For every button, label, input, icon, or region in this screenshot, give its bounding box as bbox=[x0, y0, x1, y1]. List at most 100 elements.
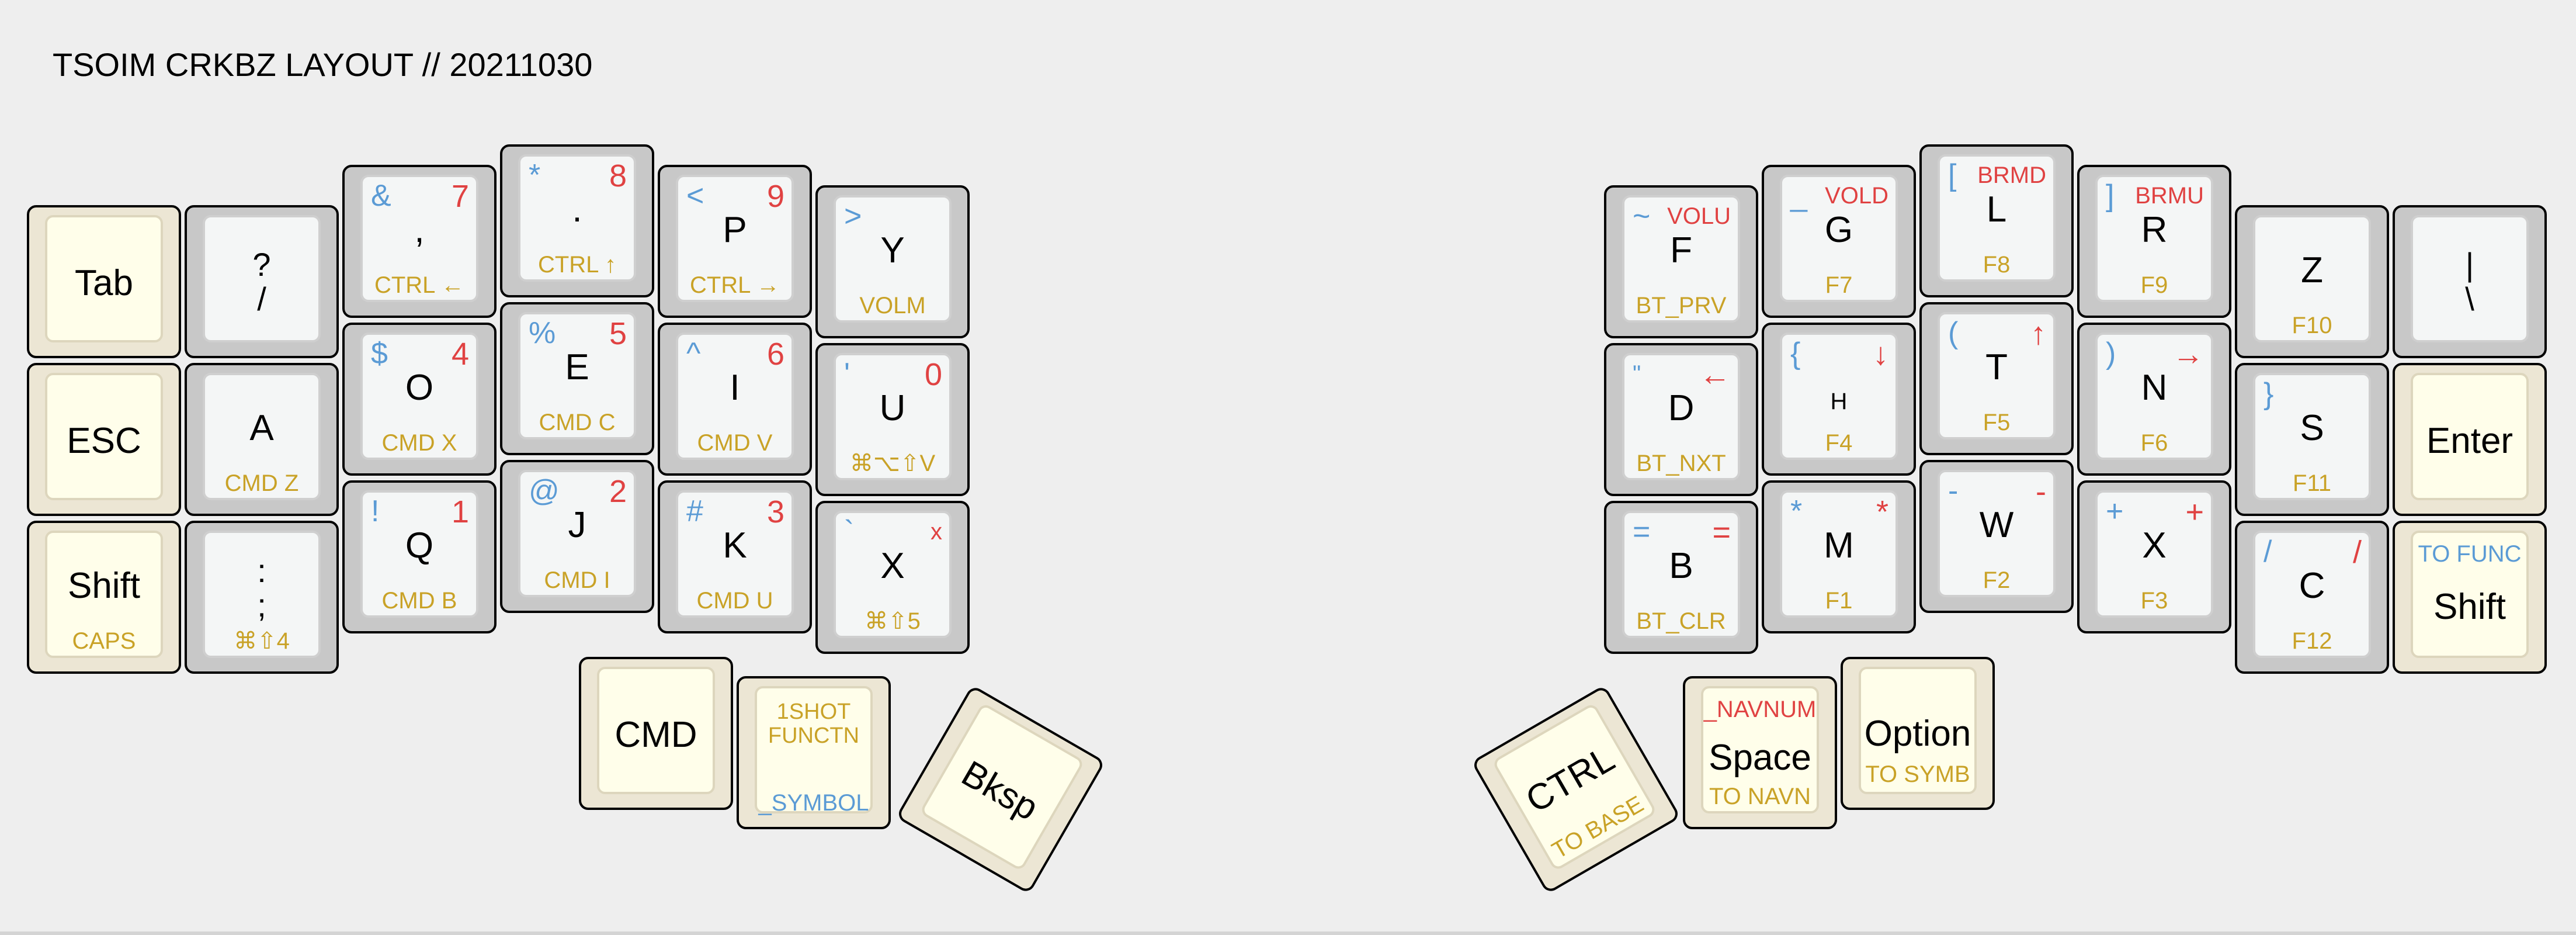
key-h[interactable]: { ↓ H F4 bbox=[1762, 323, 1916, 476]
key-j[interactable]: @ 2 J CMD I bbox=[500, 460, 654, 613]
key-symbol-legend: $ bbox=[371, 337, 388, 370]
key-function-legend: BT_CLR bbox=[1636, 608, 1726, 634]
key-d[interactable]: " ← D BT_NXT bbox=[1604, 343, 1758, 496]
key-function-legend: CAPS bbox=[72, 628, 136, 654]
key-tab[interactable]: Tab bbox=[27, 205, 181, 358]
key-e[interactable]: % 5 E CMD C bbox=[500, 302, 654, 455]
key-l[interactable]: [ BRMD L F8 bbox=[1919, 144, 2074, 297]
key-symbol-legend: * bbox=[1790, 494, 1803, 528]
key-arrow-legend: ↑ bbox=[2030, 316, 2046, 351]
key-function-legend: CMD Z bbox=[224, 470, 299, 496]
key-i[interactable]: ^ 6 I CMD V bbox=[658, 323, 812, 476]
key-q[interactable]: ! 1 Q CMD B bbox=[342, 480, 497, 633]
key-main-legend: J bbox=[568, 505, 586, 545]
key-p[interactable]: < 9 P CTRL → bbox=[658, 165, 812, 318]
key-cmd[interactable]: CMD bbox=[579, 657, 733, 810]
key-ctrl[interactable]: CTRL TO BASE bbox=[1471, 684, 1681, 895]
key-symbol-legend: = bbox=[1633, 515, 1651, 549]
key-main-legend: , bbox=[414, 210, 425, 250]
key-function-legend: F2 bbox=[1983, 567, 2011, 593]
key-oneshot-function[interactable]: 1SHOT FUNCTN _SYMBOL bbox=[737, 676, 891, 829]
key-enter[interactable]: Enter bbox=[2393, 363, 2547, 516]
key-main-legend: X bbox=[2142, 525, 2167, 566]
key-main-legend: C bbox=[2299, 566, 2325, 606]
key-symbol-legend: ` bbox=[844, 515, 855, 549]
key-main-legend: E bbox=[565, 347, 589, 387]
key-symbol-legend: % bbox=[529, 316, 556, 350]
key-number-legend: / bbox=[2352, 535, 2362, 570]
key-arrow-legend: ↓ bbox=[1873, 337, 1888, 372]
key-y[interactable]: > Y VOLM bbox=[815, 185, 970, 338]
key-n[interactable]: ) → N F6 bbox=[2077, 323, 2231, 476]
key-symbol-legend: ( bbox=[1948, 316, 1959, 350]
key-m[interactable]: * * M F1 bbox=[1762, 480, 1916, 633]
key-k[interactable]: # 3 K CMD U bbox=[658, 480, 812, 633]
key-a[interactable]: A CMD Z bbox=[185, 363, 339, 516]
key-symbol-legend: # bbox=[686, 494, 703, 528]
key-number-legend: 5 bbox=[609, 316, 627, 351]
key-symbol-legend: [ bbox=[1948, 158, 1957, 192]
key-media-legend: BRMD bbox=[1977, 162, 2046, 188]
key-b[interactable]: = = B BT_CLR bbox=[1604, 501, 1758, 654]
key-function-legend: F5 bbox=[1983, 410, 2011, 435]
key-s[interactable]: } S F11 bbox=[2235, 363, 2389, 516]
key-symbol-legend: & bbox=[371, 179, 391, 213]
key-function-legend: CTRL ↑ bbox=[537, 252, 617, 278]
key-colon-semicolon[interactable]: : ; ⌘⇧4 bbox=[185, 521, 339, 674]
key-symbol-legend: > bbox=[844, 199, 862, 233]
bottom-edge bbox=[0, 931, 2576, 935]
key-pipe-backslash[interactable]: | \ bbox=[2393, 205, 2547, 358]
key-f[interactable]: ~ VOLU F BT_PRV bbox=[1604, 185, 1758, 338]
key-symbol-legend: ~ bbox=[1633, 199, 1651, 233]
key-function-legend: CTRL → bbox=[689, 272, 780, 298]
key-function-legend: CTRL ← bbox=[374, 272, 465, 298]
key-main-legend: N bbox=[2141, 368, 2168, 408]
key-x-right[interactable]: + + X F3 bbox=[2077, 480, 2231, 633]
key-t[interactable]: ( ↑ T F5 bbox=[1919, 302, 2074, 455]
key-function-legend: F8 bbox=[1983, 252, 2011, 278]
key-function-legend: F1 bbox=[1825, 588, 1853, 614]
key-main-legend: B bbox=[1669, 546, 1693, 586]
key-symbol-legend: ' bbox=[844, 357, 850, 391]
key-o[interactable]: $ 4 O CMD X bbox=[342, 323, 497, 476]
key-function-legend: CMD U bbox=[696, 588, 773, 614]
key-main-legend: D bbox=[1668, 388, 1695, 428]
key-z[interactable]: Z F10 bbox=[2235, 205, 2389, 358]
key-symbol-legend: * bbox=[529, 158, 541, 192]
key-main-legend: S bbox=[2300, 408, 2324, 448]
key-symbol-legend: ) bbox=[2106, 337, 2116, 370]
key-u[interactable]: ' 0 U ⌘⌥⇧V bbox=[815, 343, 970, 496]
key-backspace[interactable]: Bksp bbox=[895, 684, 1106, 895]
key-x-left[interactable]: ` x X ⌘⇧5 bbox=[815, 501, 970, 654]
key-space[interactable]: _NAVNUM Space TO NAVN bbox=[1683, 676, 1837, 829]
key-esc[interactable]: ESC bbox=[27, 363, 181, 516]
key-g[interactable]: _ VOLD G F7 bbox=[1762, 165, 1916, 318]
layout-title: TSOIM CRKBZ LAYOUT // 20211030 bbox=[53, 46, 593, 83]
key-number-legend: - bbox=[2036, 474, 2046, 509]
key-function-legend: BT_NXT bbox=[1636, 451, 1726, 476]
key-function-legend: F10 bbox=[2292, 313, 2332, 338]
key-comma[interactable]: & 7 , CTRL ← bbox=[342, 165, 497, 318]
key-w[interactable]: - - W F2 bbox=[1919, 460, 2074, 613]
key-main-legend: . bbox=[572, 189, 582, 230]
key-symbol-legend: + bbox=[2106, 494, 2124, 528]
key-function-legend: CMD V bbox=[697, 430, 773, 456]
key-function-legend: CMD B bbox=[381, 588, 457, 614]
key-c[interactable]: / / C F12 bbox=[2235, 521, 2389, 674]
key-function-legend: F9 bbox=[2140, 272, 2168, 298]
key-main-legend: ESC bbox=[67, 421, 141, 461]
key-function-legend: CMD I bbox=[544, 567, 610, 593]
key-period[interactable]: * 8 . CTRL ↑ bbox=[500, 144, 654, 297]
key-media-legend: VOLU bbox=[1667, 203, 1731, 229]
key-main-legend: Shift bbox=[2433, 587, 2506, 627]
key-function-legend: F4 bbox=[1825, 430, 1853, 456]
key-question-slash[interactable]: ? / bbox=[185, 205, 339, 358]
key-main-legend: Q bbox=[405, 525, 434, 566]
key-main-legend: A bbox=[249, 408, 274, 448]
key-main-legend: T bbox=[1985, 347, 2008, 387]
key-option[interactable]: Option TO SYMB bbox=[1841, 657, 1995, 810]
key-shift-right[interactable]: TO FUNC Shift bbox=[2393, 521, 2547, 674]
key-function-legend: 1SHOT FUNCTN bbox=[768, 699, 860, 749]
key-r[interactable]: ] BRMU R F9 bbox=[2077, 165, 2231, 318]
key-shift-left[interactable]: Shift CAPS bbox=[27, 521, 181, 674]
